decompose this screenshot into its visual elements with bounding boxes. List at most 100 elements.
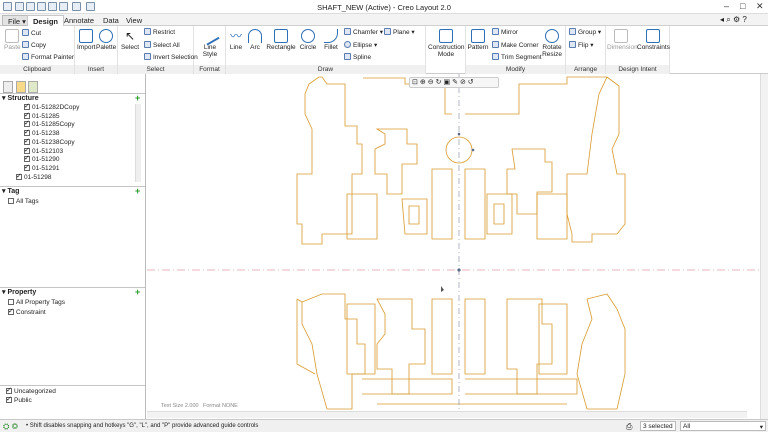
sketch-entity[interactable] [464, 168, 486, 240]
property-checkbox[interactable] [8, 299, 14, 305]
sketch-entity[interactable] [301, 293, 366, 410]
tag-section-title[interactable]: ▾ Tag [2, 187, 19, 195]
structure-scrollbar[interactable] [135, 104, 141, 182]
trim-segment-button[interactable]: Trim Segment [492, 53, 542, 61]
view-tool-icons[interactable]: ⊡⊕⊖↻▣✎⊘↺ [410, 79, 476, 86]
panel-tool-3-icon[interactable] [28, 81, 38, 93]
minimize-icon[interactable]: ‒ [724, 2, 729, 11]
sketch-entity[interactable] [296, 76, 363, 245]
pattern-button[interactable]: Pattern [467, 29, 489, 51]
property-section-title[interactable]: ▾ Property [2, 288, 36, 296]
structure-checkbox[interactable] [24, 111, 30, 119]
property-checkbox[interactable] [8, 307, 14, 315]
tag-add-icon[interactable]: + [135, 187, 142, 196]
dimension-button[interactable]: Dimension [607, 29, 638, 51]
rotate-resize-button[interactable]: Rotate Resize [540, 29, 564, 58]
select-button[interactable]: ↖ Select [120, 29, 140, 51]
panel-tool-2-icon[interactable] [16, 81, 26, 93]
copy-button[interactable]: Copy [22, 41, 46, 49]
sketch-entity[interactable] [362, 378, 453, 395]
sketch-entity[interactable] [431, 168, 453, 240]
structure-checkbox[interactable] [24, 146, 30, 154]
sketch-entity[interactable] [346, 303, 376, 375]
snap-point[interactable] [457, 132, 461, 136]
restrict-button[interactable]: Restrict [144, 28, 175, 36]
structure-item[interactable]: 01-51285Copy [24, 119, 75, 128]
structure-checkbox[interactable] [24, 154, 30, 163]
structure-item[interactable]: 01-51298 [16, 172, 51, 181]
structure-checkbox[interactable] [24, 137, 30, 145]
vertical-scrollbar[interactable] [760, 74, 768, 419]
snap-point[interactable] [471, 148, 475, 152]
line-button[interactable]: 〰 Line [227, 29, 245, 51]
sketch-entity[interactable] [506, 298, 553, 395]
rectangle-button[interactable]: Rectangle [266, 29, 296, 51]
structure-checkbox[interactable] [24, 128, 30, 137]
sketch-entity[interactable] [296, 298, 316, 375]
layer-item[interactable]: Public [6, 395, 32, 404]
view-toolbar[interactable]: ⊡⊕⊖↻▣✎⊘↺ [409, 77, 499, 88]
printer-icon[interactable]: ⎙ [626, 422, 632, 432]
sketch-entity[interactable] [464, 298, 486, 375]
sketch-entity[interactable] [566, 76, 626, 243]
make-corner-button[interactable]: Make Corner [492, 41, 539, 49]
arc-button[interactable]: Arc [246, 29, 264, 51]
sketch-entity[interactable] [576, 293, 626, 410]
tab-data[interactable]: Data [98, 15, 124, 26]
cut-button[interactable]: Cut [22, 29, 41, 37]
layer-checkbox[interactable] [6, 395, 12, 403]
circle-button[interactable]: Circle [297, 29, 319, 51]
status-icons[interactable]: ⛭ ◎ [3, 422, 18, 432]
tab-view[interactable]: View [121, 15, 147, 26]
property-add-icon[interactable]: + [135, 288, 142, 297]
origin-point[interactable] [457, 268, 461, 272]
selection-filter[interactable]: All ▾ [680, 421, 766, 431]
paste-button[interactable]: Paste [4, 29, 21, 51]
chamfer-button[interactable]: Chamfer ▾ [344, 28, 383, 36]
maximize-icon[interactable]: □ [740, 2, 745, 11]
help-icons[interactable]: ◂ ⌕ ⚙ ? [720, 15, 747, 25]
sketch-entity[interactable] [401, 198, 428, 235]
palette-button[interactable]: Palette [96, 29, 116, 51]
plane-button[interactable]: Plane ▾ [384, 28, 415, 36]
tag-checkbox[interactable] [8, 198, 14, 204]
import-button[interactable]: Import [77, 29, 95, 51]
fillet-button[interactable]: Fillet [321, 29, 341, 51]
sketch-entity[interactable] [465, 378, 578, 395]
property-item[interactable]: Constraint [8, 307, 46, 316]
tab-annotate[interactable]: Annotate [59, 15, 99, 26]
structure-checkbox[interactable] [24, 163, 30, 171]
mirror-button[interactable]: Mirror [492, 28, 518, 36]
ellipse-button[interactable]: Ellipse ▾ [344, 41, 377, 49]
sketch-entity[interactable] [376, 298, 426, 395]
sketch-entity[interactable] [506, 148, 553, 215]
sketch-entity[interactable] [538, 303, 568, 375]
format-painter-button[interactable]: Format Painter [22, 53, 74, 61]
structure-checkbox[interactable] [16, 172, 22, 180]
line-style-button[interactable]: Line Style [197, 26, 223, 58]
select-all-button[interactable]: Select All [144, 41, 180, 49]
layout-sketch[interactable] [147, 74, 760, 419]
flip-button[interactable]: Flip ▾ [569, 41, 594, 49]
construction-mode-button[interactable]: Construction Mode [428, 29, 465, 58]
close-icon[interactable]: ✕ [756, 2, 764, 11]
invert-selection-button[interactable]: Invert Selection [144, 53, 198, 61]
drawing-canvas[interactable]: ⊡⊕⊖↻▣✎⊘↺ Text Size 2.000 Format NONE [147, 74, 760, 419]
sketch-entity[interactable] [536, 193, 568, 240]
spline-button[interactable]: Spline [344, 53, 371, 61]
tag-item[interactable]: All Tags [8, 198, 39, 205]
sketch-entity[interactable] [431, 298, 453, 375]
structure-section-title[interactable]: ▾ Structure [2, 94, 39, 102]
sketch-entity[interactable] [374, 128, 418, 195]
structure-item[interactable]: 01-51238Copy [24, 137, 75, 146]
sketch-entity[interactable] [346, 193, 378, 240]
structure-checkbox[interactable] [24, 102, 30, 110]
constraints-button[interactable]: Constraints [637, 29, 670, 51]
structure-add-icon[interactable]: + [135, 94, 142, 103]
property-item[interactable]: All Property Tags [8, 299, 65, 306]
structure-checkbox[interactable] [24, 119, 30, 128]
layer-item[interactable]: Uncategorized [6, 386, 56, 395]
horizontal-scrollbar[interactable] [147, 411, 747, 418]
structure-item[interactable]: 01-51291 [24, 163, 59, 172]
selected-count[interactable]: 3 selected [640, 421, 676, 431]
